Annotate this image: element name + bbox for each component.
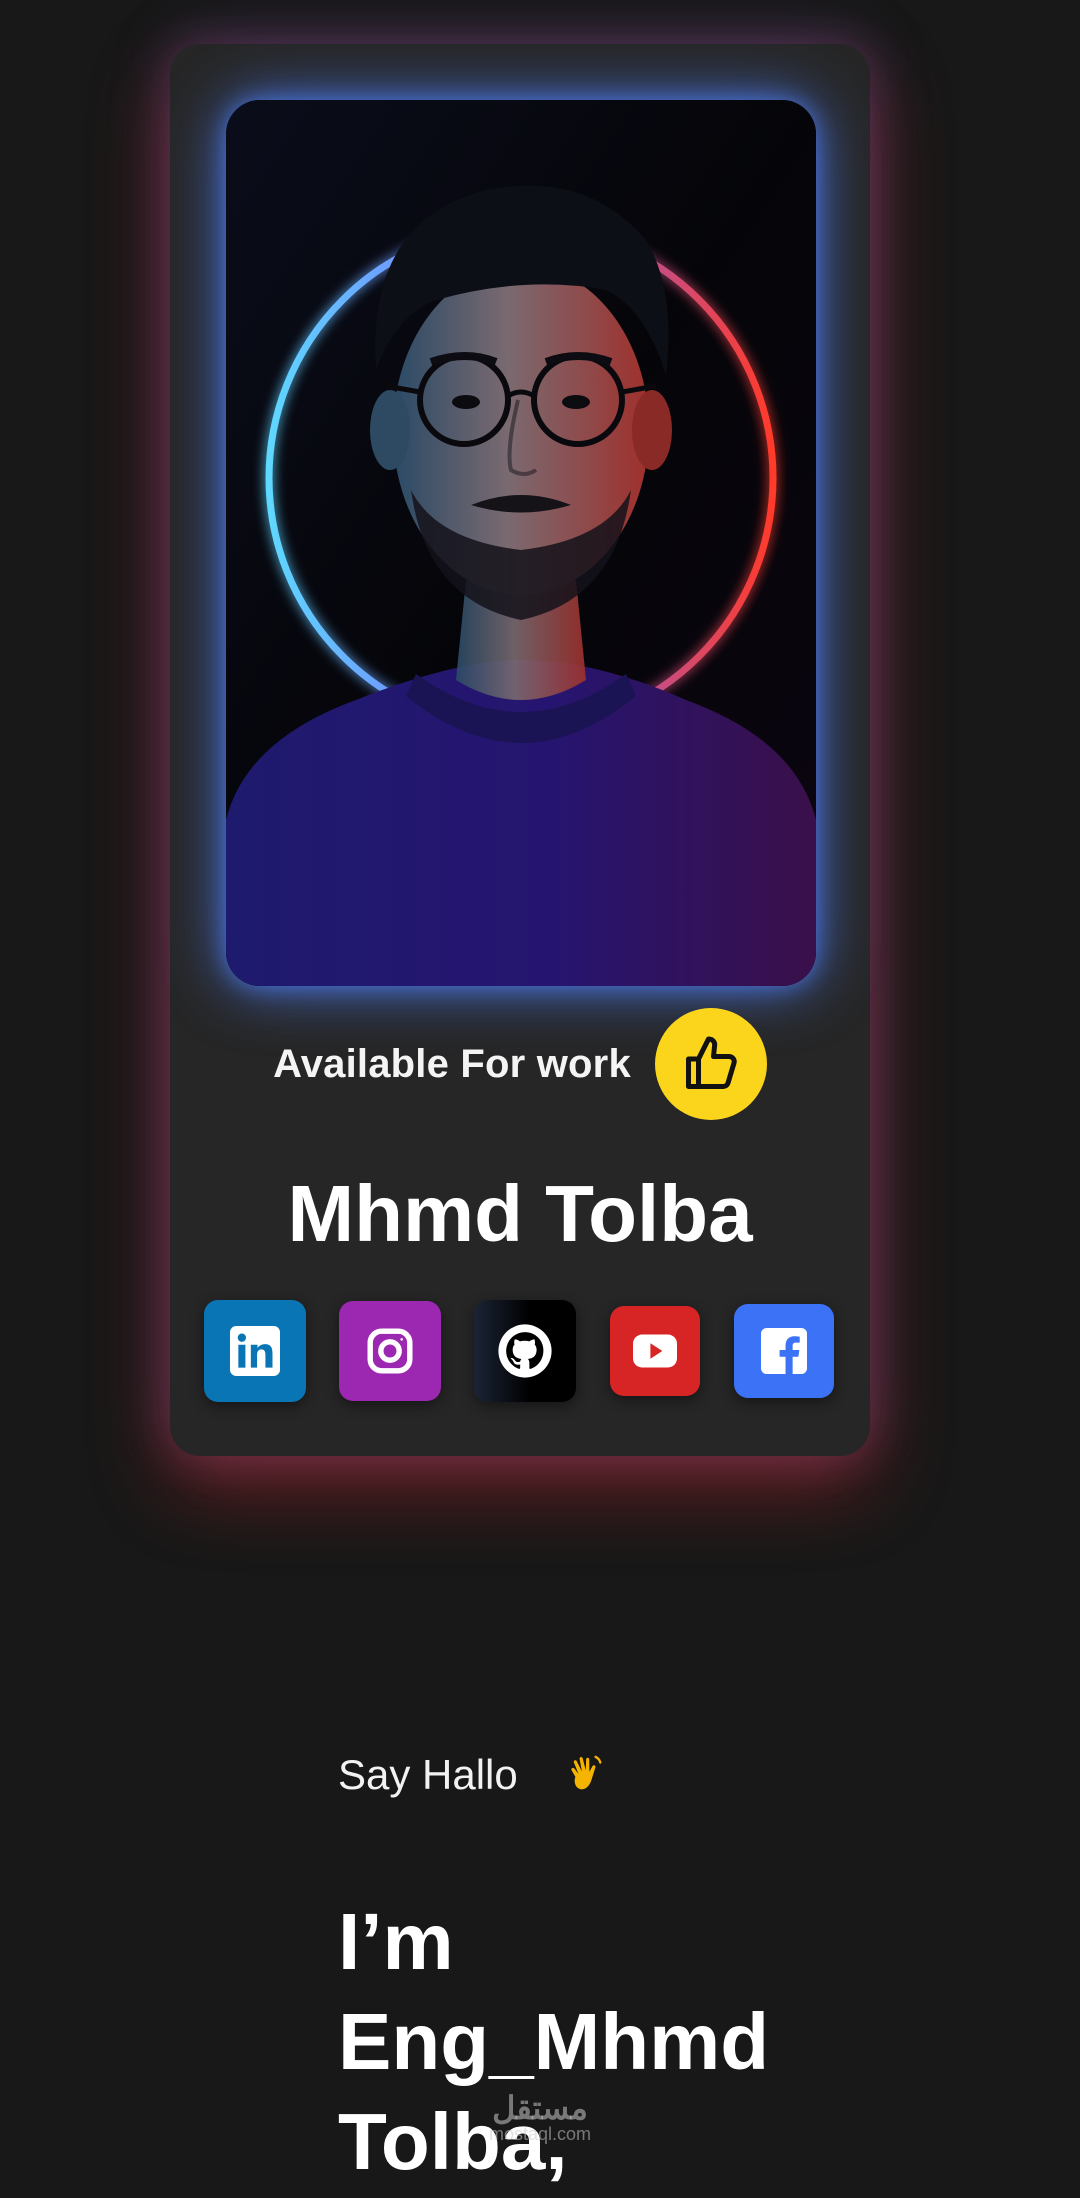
headline-line: I’m	[338, 1897, 454, 1986]
thumbs-up-badge[interactable]	[654, 1008, 767, 1120]
availability-row: Available For work	[170, 1008, 870, 1120]
instagram-link[interactable]	[339, 1301, 441, 1401]
github-link[interactable]	[474, 1300, 576, 1402]
github-icon	[498, 1324, 552, 1378]
watermark-arabic: مستقل	[492, 2090, 588, 2126]
greeting-text: Say Hallo	[338, 1751, 518, 1798]
linkedin-link[interactable]	[204, 1300, 306, 1402]
profile-card: Available For work Mhmd Tolba	[170, 44, 870, 1456]
profile-name: Mhmd Tolba	[287, 1169, 753, 1258]
youtube-link[interactable]	[610, 1306, 700, 1396]
instagram-icon	[367, 1328, 413, 1374]
page: Available For work Mhmd Tolba Say Hallo …	[0, 0, 1080, 2198]
watermark-logo: مستقل mostaql.com	[470, 2092, 610, 2144]
thumbs-up-icon	[685, 1036, 737, 1089]
facebook-icon	[761, 1328, 807, 1374]
watermark-latin: mostaql.com	[488, 2124, 592, 2144]
youtube-icon	[633, 1334, 677, 1368]
greeting-row: Say Hallo	[338, 1740, 1038, 1810]
waving-hand-icon	[571, 1755, 602, 1790]
headline-line: Tolba,	[338, 2097, 568, 2186]
intro-section: Say Hallo I’m Eng_Mhmd Tolba,	[338, 1740, 1038, 2192]
linkedin-icon	[230, 1326, 280, 1376]
facebook-link[interactable]	[734, 1304, 834, 1398]
profile-photo	[226, 100, 816, 986]
availability-label: Available For work	[273, 1041, 631, 1086]
headline: I’m Eng_Mhmd Tolba,	[338, 1892, 1038, 2192]
social-links	[204, 1300, 836, 1404]
headline-line: Eng_Mhmd	[338, 1997, 770, 2086]
